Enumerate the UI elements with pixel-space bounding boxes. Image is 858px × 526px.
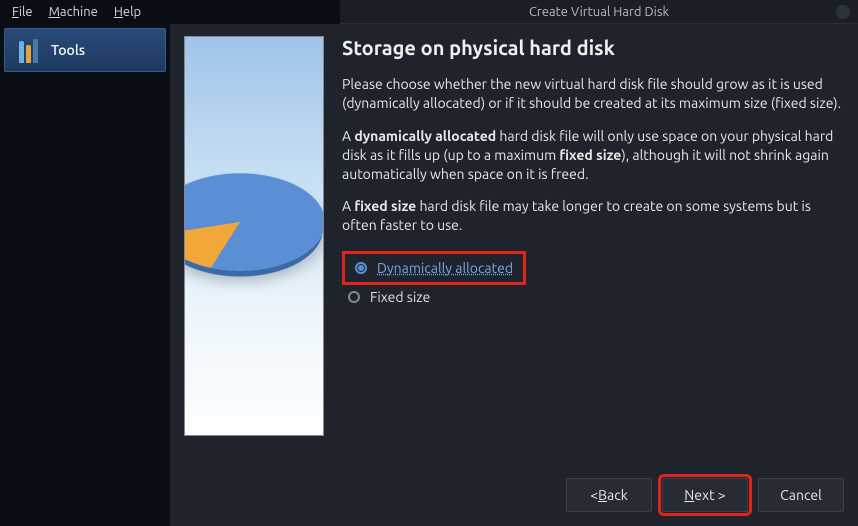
dialog-content: Storage on physical hard disk Please cho… (342, 36, 844, 458)
wizard-illustration (184, 36, 324, 436)
back-button[interactable]: < Back (566, 478, 652, 512)
tools-icon (15, 37, 41, 63)
menu-machine[interactable]: Machine (43, 3, 104, 21)
radio-option-dynamic[interactable]: Dynamically allocated (349, 256, 519, 280)
cancel-button[interactable]: Cancel (758, 478, 844, 512)
radio-option-fixed[interactable]: Fixed size (342, 285, 844, 309)
radio-icon (355, 262, 367, 274)
sidebar: Tools (0, 24, 170, 526)
sidebar-item-tools[interactable]: Tools (4, 28, 166, 72)
page-heading: Storage on physical hard disk (342, 36, 844, 59)
text-fragment: A (342, 198, 354, 214)
radio-icon (348, 291, 360, 303)
dialog-area: Storage on physical hard disk Please cho… (170, 24, 858, 526)
description-paragraph-1: Please choose whether the new virtual ha… (342, 75, 844, 113)
radio-label: Fixed size (370, 289, 430, 305)
highlight-dynamic-option: Dynamically allocated (342, 251, 526, 285)
dialog-titlebar: Create Virtual Hard Disk (340, 0, 858, 24)
menu-file[interactable]: File (6, 3, 39, 21)
menu-help[interactable]: Help (108, 3, 147, 21)
disk-pie-icon (184, 173, 324, 271)
dialog-title: Create Virtual Hard Disk (529, 5, 669, 19)
text-fragment: A (342, 128, 354, 144)
description-paragraph-2: A dynamically allocated hard disk file w… (342, 127, 844, 184)
app-menubar: File Machine Help (0, 0, 170, 24)
close-icon[interactable] (836, 5, 850, 19)
wizard-button-row: < Back Next > Cancel (184, 478, 844, 512)
next-button[interactable]: Next > (662, 478, 748, 512)
description-paragraph-3: A fixed size hard disk file may take lon… (342, 197, 844, 235)
text-bold: fixed size (354, 198, 416, 214)
radio-label: Dynamically allocated (377, 260, 513, 276)
text-bold: fixed size (559, 147, 621, 163)
sidebar-item-label: Tools (51, 42, 85, 58)
storage-type-radio-group: Dynamically allocated Fixed size (342, 251, 844, 309)
text-bold: dynamically allocated (354, 128, 496, 144)
